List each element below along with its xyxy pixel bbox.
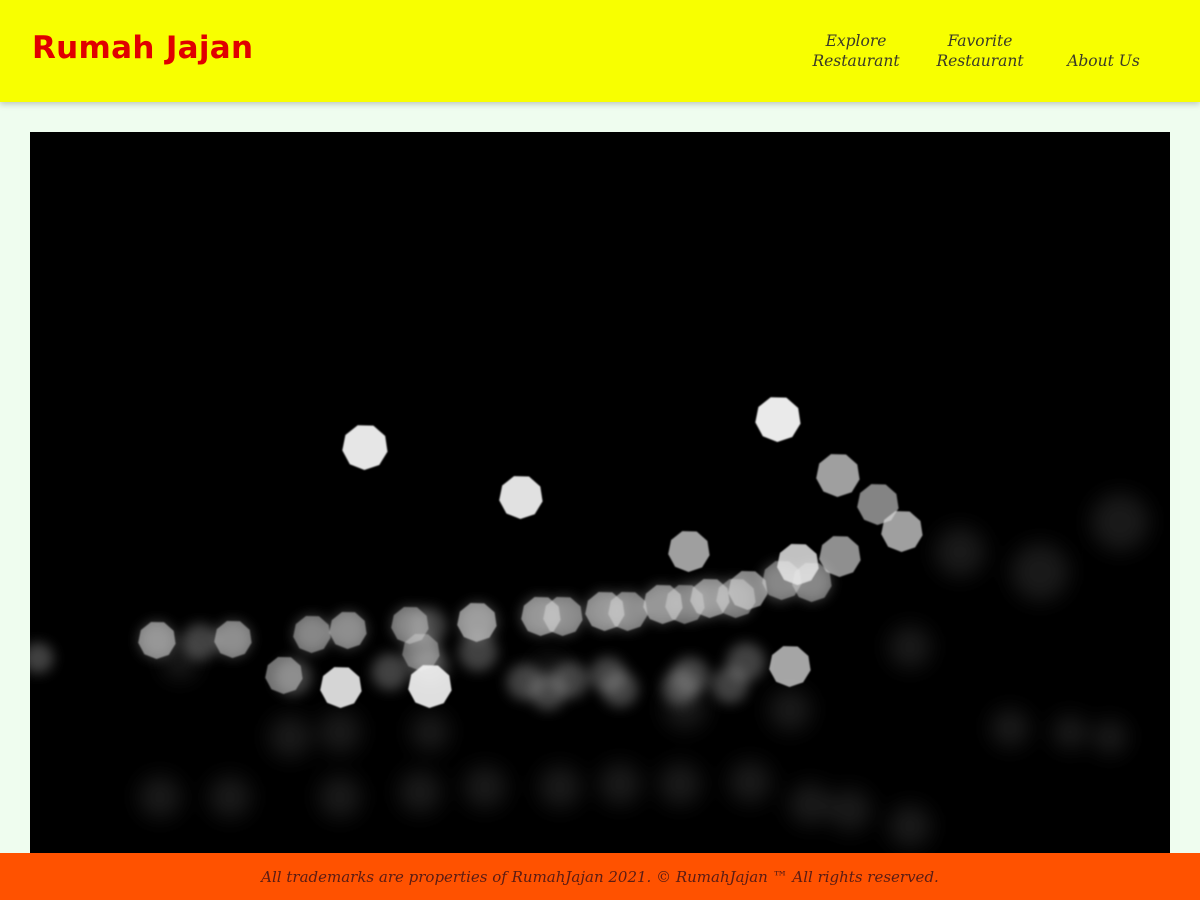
nav-label-line1: Explore <box>825 32 887 50</box>
main-nav: Explore Restaurant Favorite Restaurant A… <box>794 0 1200 102</box>
nav-explore-restaurant[interactable]: Explore Restaurant <box>794 31 918 71</box>
nav-label-line2: Restaurant <box>812 52 900 70</box>
nav-favorite-restaurant[interactable]: Favorite Restaurant <box>918 31 1042 71</box>
bokeh-night-lights-image <box>30 132 1170 854</box>
brand-logo[interactable]: Rumah Jajan <box>32 30 253 66</box>
footer-copyright: All trademarks are properties of RumahJa… <box>261 867 939 886</box>
nav-label-line2: Restaurant <box>936 52 1024 70</box>
hero-image <box>30 132 1170 854</box>
nav-label-line1: Favorite <box>947 32 1013 50</box>
app-bar: Rumah Jajan Explore Restaurant Favorite … <box>0 0 1200 102</box>
nav-about-us[interactable]: About Us <box>1042 31 1165 71</box>
nav-label-line2: About Us <box>1067 52 1140 70</box>
footer: All trademarks are properties of RumahJa… <box>0 853 1200 900</box>
